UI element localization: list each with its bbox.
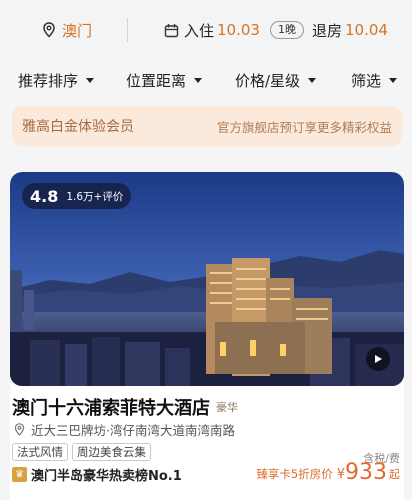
review-count: 1.6万+评价 [66, 190, 124, 203]
caret-down-icon [308, 78, 317, 83]
hotel-tag: 法式风情 [12, 443, 68, 461]
hotel-tag: 周边美食云集 [72, 443, 151, 461]
checkout-date: 10.04 [344, 21, 388, 39]
hotel-title: 澳门十六浦索菲特大酒店 豪华 [12, 394, 238, 420]
caret-down-icon [389, 78, 398, 83]
hotel-photo[interactable]: 4.8 1.6万+评价 [10, 172, 404, 386]
hotel-class-tag: 豪华 [216, 401, 238, 414]
caret-down-icon [86, 78, 95, 83]
caret-down-icon [194, 78, 203, 83]
price-amount: 933 [345, 460, 387, 485]
price-block: 臻享卡5折房价 ¥ 933 起 [256, 461, 400, 485]
trophy-icon: ♛ [12, 467, 27, 482]
location-pin-icon [43, 22, 55, 38]
date-selector[interactable]: 入住 10.03 1晚 退房 10.04 [128, 8, 388, 52]
hotel-name[interactable]: 澳门十六浦索菲特大酒店 [12, 394, 210, 420]
filter-location-label: 位置距离 [126, 72, 187, 90]
member-benefit-text: 官方旗舰店预订享更多精彩权益 [216, 119, 392, 135]
location-selector[interactable]: 澳门 [12, 8, 127, 52]
currency-symbol: ¥ [336, 467, 345, 482]
price-suffix: 起 [389, 468, 400, 481]
nights-badge: 1晚 [269, 21, 304, 39]
filter-more-label: 筛选 [351, 72, 382, 90]
location-text: 澳门 [62, 21, 93, 40]
member-level-text: 雅高白金体验会员 [22, 119, 134, 135]
filter-location[interactable]: 位置距离 [126, 70, 203, 91]
calendar-icon [164, 23, 179, 37]
filter-price-label: 价格/星级 [235, 72, 301, 90]
filter-sort-label: 推荐排序 [18, 72, 79, 90]
filter-bar: 推荐排序 位置距离 价格/星级 筛选 [0, 66, 412, 94]
ranking-text: 澳门半岛豪华热卖榜No.1 [31, 469, 182, 484]
hotel-card[interactable]: 4.8 1.6万+评价 澳门十六浦索菲特大酒店 豪华 近大三巴牌坊·湾仔南湾大道… [10, 172, 404, 500]
checkin-label: 入住 [184, 21, 215, 40]
map-pin-icon [14, 423, 25, 436]
hotel-address: 近大三巴牌坊·湾仔南湾大道南湾南路 [14, 420, 235, 439]
search-bar: 澳门 入住 10.03 1晚 退房 10.04 [12, 8, 400, 52]
filter-sort[interactable]: 推荐排序 [18, 70, 95, 91]
filter-price[interactable]: 价格/星级 [235, 70, 317, 91]
member-banner[interactable]: 雅高白金体验会员 官方旗舰店预订享更多精彩权益 [12, 106, 402, 146]
promo-label: 臻享卡5折房价 [256, 467, 333, 481]
checkout-label: 退房 [311, 21, 342, 40]
ranking-badge[interactable]: ♛ 澳门半岛豪华热卖榜No.1 [12, 465, 182, 484]
play-video-button[interactable] [366, 347, 390, 371]
hotel-tags: 法式风情 周边美食云集 [12, 443, 155, 461]
rating-score: 4.8 [30, 186, 59, 206]
filter-more[interactable]: 筛选 [351, 70, 398, 91]
play-icon [375, 355, 382, 363]
address-text: 近大三巴牌坊·湾仔南湾大道南湾南路 [31, 423, 235, 438]
checkin-date: 10.03 [217, 21, 260, 39]
rating-badge: 4.8 1.6万+评价 [22, 183, 132, 209]
